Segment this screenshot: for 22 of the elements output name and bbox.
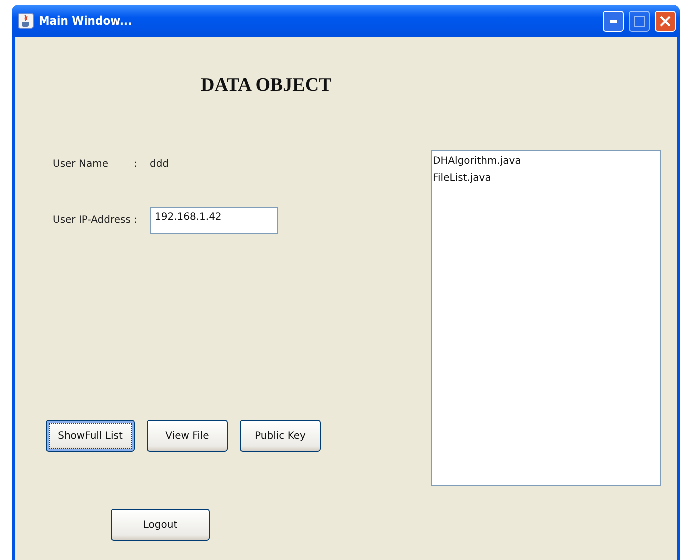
window-title: Main Window... — [39, 14, 134, 28]
ip-address-field[interactable]: 192.168.1.42 — [150, 207, 278, 234]
colon: : — [134, 159, 138, 170]
file-list-item[interactable]: FileList.java — [433, 170, 659, 187]
field-label: User Name — [53, 159, 110, 170]
close-button[interactable] — [655, 10, 676, 32]
close-icon — [660, 16, 671, 26]
field-label: User IP-Address — [53, 215, 132, 226]
maximize-button[interactable] — [629, 10, 650, 32]
colon: : — [134, 215, 138, 226]
action-button[interactable]: View File — [147, 420, 228, 452]
logout-button[interactable]: Logout — [111, 509, 210, 541]
file-list[interactable]: DHAlgorithm.java FileList.java — [431, 150, 661, 486]
minimize-button[interactable] — [603, 10, 624, 32]
minimize-icon — [610, 20, 617, 22]
maximize-icon — [634, 16, 645, 26]
file-list-item[interactable]: DHAlgorithm.java — [433, 153, 659, 170]
heading: DATA OBJECT — [201, 75, 333, 97]
action-button[interactable]: ShowFull List — [46, 420, 135, 452]
field-value: ddd — [150, 159, 170, 170]
action-button[interactable]: Public Key — [240, 420, 321, 452]
cup-icon — [18, 13, 34, 29]
